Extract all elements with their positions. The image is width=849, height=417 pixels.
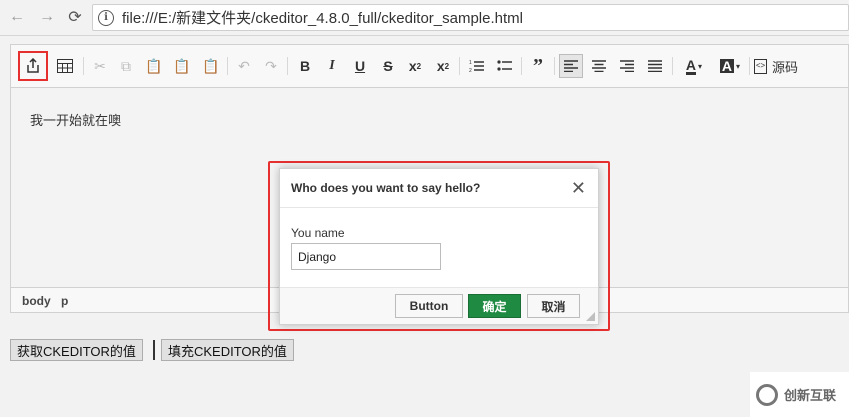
toolbar-separator (83, 57, 84, 75)
table-icon[interactable] (53, 54, 77, 78)
toolbar-separator (521, 57, 522, 75)
align-right-icon[interactable] (615, 54, 639, 78)
source-icon: <> (754, 58, 767, 74)
paste-text-icon[interactable]: 📋 (170, 54, 194, 78)
watermark-logo-icon (756, 383, 778, 406)
toolbar-separator (459, 57, 460, 75)
source-label: 源码 (772, 59, 799, 75)
path-item-p[interactable]: p (61, 294, 68, 308)
italic-icon[interactable]: I (320, 54, 344, 78)
content-text[interactable]: 我一开始就在噢 (30, 110, 121, 129)
align-left-icon[interactable] (559, 54, 583, 78)
resize-handle-icon[interactable] (586, 312, 595, 321)
url-text[interactable]: file:///E:/新建文件夹/ckeditor_4.8.0_full/cke… (122, 7, 523, 28)
watermark: 创新互联 (750, 372, 849, 417)
fill-value-button[interactable]: 填充CKEDITOR的值 (161, 339, 294, 361)
bulleted-list-icon[interactable] (493, 54, 517, 78)
redo-icon[interactable]: ↷ (259, 54, 283, 78)
underline-icon[interactable]: U (348, 54, 372, 78)
forward-arrow-icon[interactable]: → (36, 6, 58, 28)
toolbar-separator (749, 57, 750, 75)
numbered-list-icon[interactable]: 12 (465, 54, 489, 78)
info-icon[interactable]: i (98, 9, 114, 26)
align-center-icon[interactable] (587, 54, 611, 78)
copy-icon[interactable]: ⧉ (114, 54, 138, 78)
cancel-button[interactable]: 取消 (527, 294, 580, 318)
upload-icon[interactable] (18, 51, 48, 81)
background-color-icon[interactable]: A ▾ (714, 54, 746, 78)
editor-toolbar: ✂ ⧉ 📋 📋 📋 ↶ ↷ B I U S x2 x2 12 ” A ▾ A ▾… (11, 45, 848, 88)
subscript-icon[interactable]: x2 (403, 54, 427, 78)
browser-toolbar: ← → ⟳ i file:///E:/新建文件夹/ckeditor_4.8.0_… (0, 0, 849, 36)
close-icon[interactable]: ✕ (571, 178, 586, 199)
watermark-text: 创新互联 (784, 388, 837, 403)
bold-icon[interactable]: B (293, 54, 317, 78)
toolbar-separator (287, 57, 288, 75)
name-field-label: You name (291, 226, 345, 240)
dialog-header[interactable]: Who does you want to say hello? ✕ (280, 169, 598, 208)
text-color-icon[interactable]: A ▾ (678, 54, 710, 78)
blockquote-icon[interactable]: ” (526, 54, 550, 78)
back-arrow-icon[interactable]: ← (6, 6, 28, 28)
path-item-body[interactable]: body (22, 294, 51, 308)
get-value-button[interactable]: 获取CKEDITOR的值 (10, 339, 143, 361)
button-separator (153, 340, 155, 360)
superscript-icon[interactable]: x2 (431, 54, 455, 78)
paste-icon[interactable]: 📋 (142, 54, 166, 78)
hello-dialog: Who does you want to say hello? ✕ You na… (279, 168, 599, 325)
name-input[interactable] (291, 243, 441, 270)
source-button[interactable]: <> 源码 (754, 54, 804, 78)
undo-icon[interactable]: ↶ (232, 54, 256, 78)
justify-icon[interactable] (643, 54, 667, 78)
dialog-footer: Button 确定 取消 (280, 287, 598, 324)
reload-icon[interactable]: ⟳ (64, 6, 86, 28)
ok-button[interactable]: 确定 (468, 294, 521, 318)
dialog-title: Who does you want to say hello? (291, 181, 481, 195)
paste-word-icon[interactable]: 📋 (199, 54, 223, 78)
svg-text:2: 2 (469, 68, 472, 73)
generic-button[interactable]: Button (395, 294, 463, 318)
address-bar[interactable]: i file:///E:/新建文件夹/ckeditor_4.8.0_full/c… (92, 4, 849, 31)
strikethrough-icon[interactable]: S (376, 54, 400, 78)
toolbar-separator (227, 57, 228, 75)
cut-icon[interactable]: ✂ (88, 54, 112, 78)
toolbar-separator (672, 57, 673, 75)
svg-text:1: 1 (469, 60, 472, 66)
toolbar-separator (554, 57, 555, 75)
